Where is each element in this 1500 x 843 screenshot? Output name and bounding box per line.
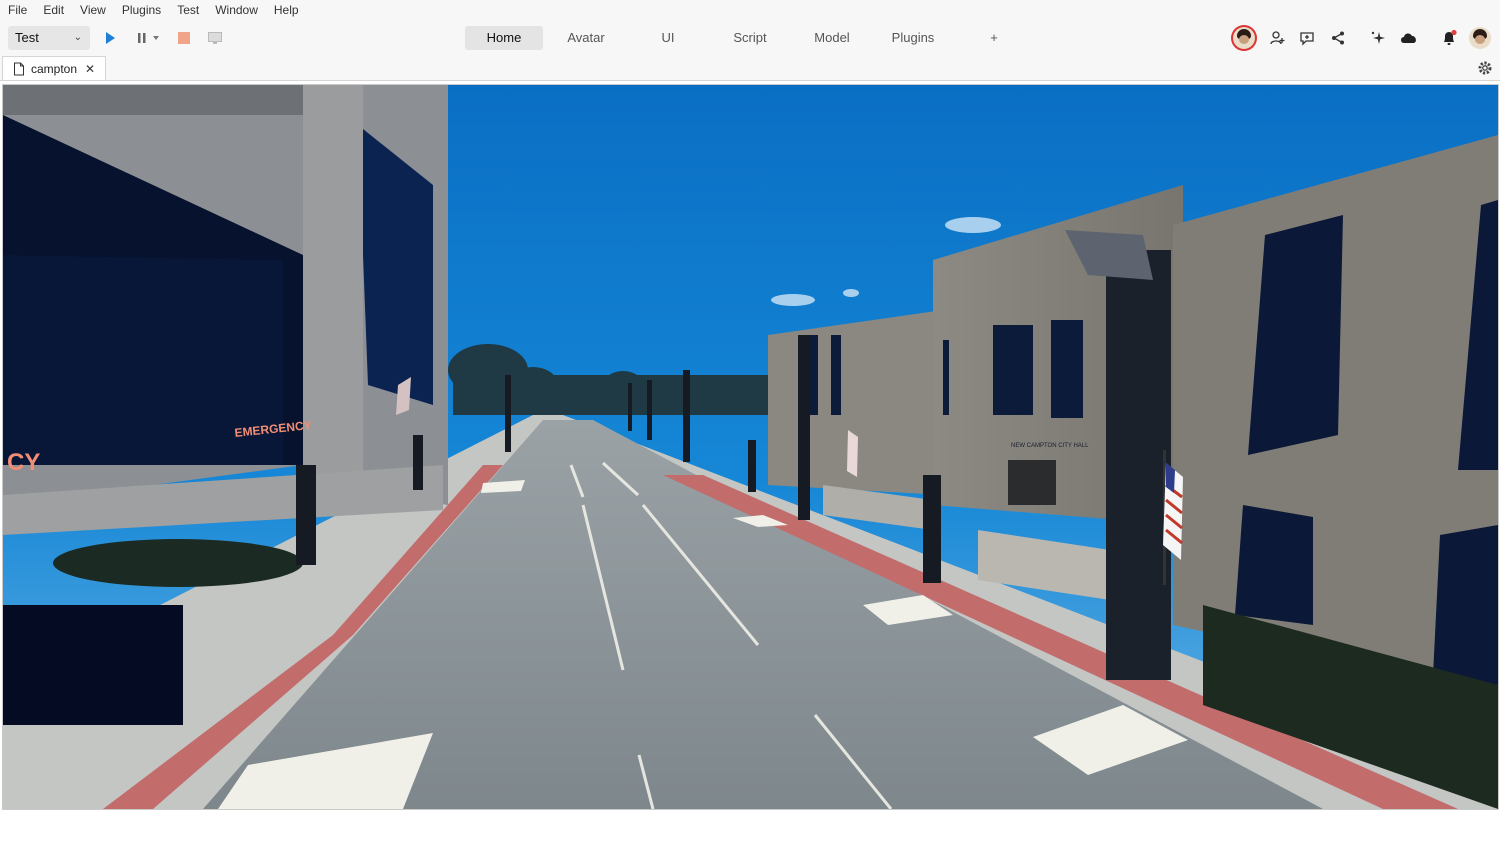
pause-icon[interactable] (132, 28, 152, 48)
chevron-down-icon: ⌄ (73, 32, 82, 43)
close-icon[interactable]: ✕ (85, 62, 95, 76)
collaborator-avatar[interactable] (1233, 27, 1255, 49)
tab-add[interactable]: + (955, 26, 1033, 50)
pause-dropdown-icon[interactable] (150, 28, 162, 48)
chat-icon[interactable] (1296, 27, 1318, 49)
window (1235, 505, 1313, 625)
window (993, 325, 1033, 415)
menu-bar: File Edit View Plugins Test Window Help (0, 0, 1500, 20)
screen-icon[interactable] (205, 28, 225, 48)
bell-icon[interactable] (1438, 27, 1460, 49)
menu-file[interactable]: File (0, 0, 35, 20)
play-icon[interactable] (100, 28, 120, 48)
cloud-icon[interactable] (1398, 27, 1420, 49)
file-icon (14, 62, 24, 75)
tab-plugins[interactable]: Plugins (871, 26, 955, 50)
ribbon-tabs: Home Avatar UI Script Model Plugins + (465, 26, 1033, 50)
document-tab-label: campton (31, 61, 78, 76)
toolbar: Test ⌄ Home Avatar UI Script Model Plugi… (0, 20, 1500, 56)
menu-test[interactable]: Test (169, 0, 207, 20)
stop-icon[interactable] (174, 28, 194, 48)
building-sign-cy: CY (7, 449, 40, 476)
gear-icon[interactable] (1476, 59, 1494, 77)
mode-value: Test (15, 30, 39, 45)
menu-window[interactable]: Window (207, 0, 266, 20)
menu-help[interactable]: Help (266, 0, 307, 20)
tab-ui[interactable]: UI (629, 26, 707, 50)
menu-edit[interactable]: Edit (35, 0, 72, 20)
profile-avatar[interactable] (1469, 27, 1491, 49)
window (1051, 320, 1083, 418)
add-user-icon[interactable] (1266, 27, 1288, 49)
sparkle-icon[interactable] (1367, 27, 1389, 49)
mode-dropdown[interactable]: Test ⌄ (8, 26, 90, 50)
city-hall-sign: NEW CAMPTON CITY HALL (1011, 443, 1089, 449)
document-tab-bar: campton ✕ (0, 56, 1500, 81)
3d-viewport[interactable]: CY EMERGENCY NEW CAMPTON CITY HALL (2, 84, 1499, 810)
scene-render: CY EMERGENCY NEW CAMPTON CITY HALL (3, 85, 1498, 809)
menu-plugins[interactable]: Plugins (114, 0, 169, 20)
menu-view[interactable]: View (72, 0, 114, 20)
tab-script[interactable]: Script (707, 26, 793, 50)
document-tab[interactable]: campton ✕ (2, 56, 106, 80)
tab-home[interactable]: Home (465, 26, 543, 50)
tab-avatar[interactable]: Avatar (543, 26, 629, 50)
tab-model[interactable]: Model (793, 26, 871, 50)
window (1433, 525, 1498, 685)
share-icon[interactable] (1327, 27, 1349, 49)
